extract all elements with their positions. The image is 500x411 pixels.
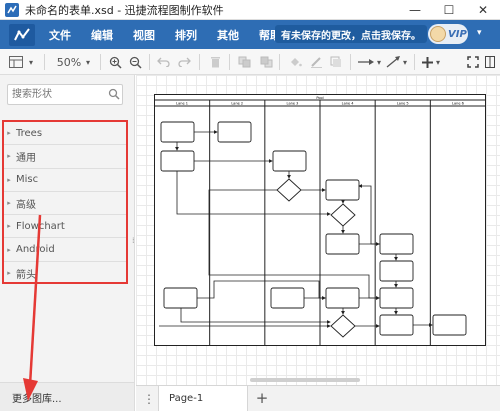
zoom-in-icon[interactable] <box>107 52 123 72</box>
add-page-button[interactable]: + <box>253 389 271 407</box>
process-box[interactable] <box>379 233 414 255</box>
zoom-level[interactable]: 50% <box>56 52 82 72</box>
expand-caret-icon: ▸ <box>7 129 11 138</box>
shape-group[interactable]: ▸ Trees <box>4 122 126 146</box>
expand-caret-icon: ▸ <box>7 152 11 161</box>
search-icon[interactable] <box>108 88 120 100</box>
collapse-menu-caret[interactable]: ▾ <box>477 28 482 38</box>
menu-item[interactable]: 其他 <box>217 27 239 43</box>
menu-item[interactable]: 编辑 <box>91 27 113 43</box>
shape-group[interactable]: ▸ 通用 <box>4 145 126 169</box>
shape-group[interactable]: ▸ Misc <box>4 169 126 192</box>
shape-group-label: 通用 <box>16 152 36 164</box>
waypoint-style-icon[interactable] <box>385 52 401 72</box>
line-color-icon[interactable] <box>308 52 324 72</box>
expand-caret-icon: ▸ <box>7 199 11 208</box>
shape-group-label: 高级 <box>16 199 36 211</box>
process-box[interactable] <box>379 260 414 282</box>
process-box[interactable] <box>379 287 414 309</box>
expand-caret-icon: ▸ <box>7 245 11 254</box>
shapes-sidebar: ▸Trees▸通用▸Misc▸高级▸Flowchart▸Android▸箭头 更… <box>0 75 135 411</box>
lane-title: Lane 1 <box>176 102 188 106</box>
minimize-button[interactable]: — <box>398 0 432 20</box>
menu-item[interactable]: 排列 <box>175 27 197 43</box>
maximize-button[interactable]: ☐ <box>432 0 466 20</box>
fullscreen-icon[interactable] <box>466 52 480 72</box>
shape-group[interactable]: ▸ 高级 <box>4 192 126 216</box>
menu-item[interactable]: 视图 <box>133 27 155 43</box>
insert-caret[interactable]: ▾ <box>434 52 442 72</box>
expand-caret-icon: ▸ <box>7 269 11 278</box>
to-back-icon[interactable] <box>258 52 274 72</box>
zoom-out-icon[interactable] <box>127 52 143 72</box>
panel-splitter-handle[interactable]: ⁞ <box>132 236 135 245</box>
process-box[interactable] <box>272 150 307 172</box>
vip-badge[interactable]: VIP <box>428 24 468 44</box>
insert-plus-icon[interactable] <box>420 52 434 72</box>
panel-toggle-icon[interactable] <box>8 52 24 72</box>
page-bar: ⋮ Page-1 + <box>136 385 500 411</box>
page-menu-icon[interactable]: ⋮ <box>142 391 156 407</box>
window-title: 未命名的表单.xsd - 迅捷流程图制作软件 <box>25 3 224 17</box>
process-box[interactable] <box>325 233 360 255</box>
panel-toggle-caret[interactable]: ▾ <box>26 52 36 72</box>
process-box[interactable] <box>325 179 360 201</box>
close-button[interactable]: ✕ <box>466 0 500 20</box>
pool-title: Pool <box>316 96 323 100</box>
connection-style-icon[interactable] <box>357 52 375 72</box>
save-notice-button[interactable]: 有未保存的更改，点击我保存。 <box>275 25 427 43</box>
shadow-icon[interactable] <box>328 52 344 72</box>
lane-title: Lane 3 <box>287 102 299 106</box>
to-front-icon[interactable] <box>236 52 252 72</box>
waypoint-style-caret[interactable]: ▾ <box>401 52 409 72</box>
lane-title: Lane 2 <box>231 102 243 106</box>
app-icon <box>5 2 19 17</box>
expand-caret-icon: ▸ <box>7 222 11 231</box>
lane-title: Lane 5 <box>397 102 409 106</box>
process-box[interactable] <box>163 287 198 309</box>
zoom-caret[interactable]: ▾ <box>83 52 93 72</box>
avatar <box>430 26 446 42</box>
format-panel-icon[interactable] <box>484 52 496 72</box>
swimlane-diagram[interactable]: Pool Lane 1 Lane 2 Lane 3 Lane 4 Lane 5 Lane … <box>154 94 486 346</box>
connection-style-caret[interactable]: ▾ <box>375 52 383 72</box>
menu-bar: 文件 编辑 视图 排列 其他 帮助 有未保存的更改，点击我保存。 VIP ▾ <box>0 20 500 49</box>
redo-icon[interactable] <box>176 52 192 72</box>
shape-group-label: Misc <box>16 174 39 186</box>
lane-title: Lane 4 <box>342 102 355 106</box>
drawing-canvas[interactable]: Pool Lane 1 Lane 2 Lane 3 Lane 4 Lane 5 Lane … <box>136 75 500 385</box>
process-box[interactable] <box>160 150 195 172</box>
horizontal-scrollbar[interactable] <box>250 378 360 382</box>
vip-label: VIP <box>448 28 467 40</box>
logo-icon[interactable] <box>9 23 35 46</box>
toolbar: ▾ 50% ▾ ▾ ▾ ▾ <box>0 49 500 75</box>
expand-caret-icon: ▸ <box>7 175 11 184</box>
undo-icon[interactable] <box>155 52 171 72</box>
process-box[interactable] <box>270 287 305 309</box>
page-tab[interactable]: Page-1 <box>158 386 248 411</box>
fill-color-icon[interactable] <box>287 52 303 72</box>
shape-groups-highlight: ▸Trees▸通用▸Misc▸高级▸Flowchart▸Android▸箭头 <box>2 120 128 284</box>
lane-title: Lane 6 <box>452 102 464 106</box>
process-box[interactable] <box>217 121 252 143</box>
title-bar: 未命名的表单.xsd - 迅捷流程图制作软件 — ☐ ✕ <box>0 0 500 20</box>
shape-group-label: Trees <box>16 127 43 139</box>
process-box[interactable] <box>325 287 360 309</box>
process-box[interactable] <box>379 314 414 336</box>
menu-item[interactable]: 文件 <box>49 27 71 43</box>
search-input[interactable] <box>7 84 123 105</box>
process-box[interactable] <box>160 121 195 143</box>
annotation-arrow-icon <box>23 214 42 401</box>
process-box[interactable] <box>432 314 467 336</box>
more-libraries-button[interactable]: 更多图库... <box>0 382 134 411</box>
delete-icon[interactable] <box>207 52 223 72</box>
